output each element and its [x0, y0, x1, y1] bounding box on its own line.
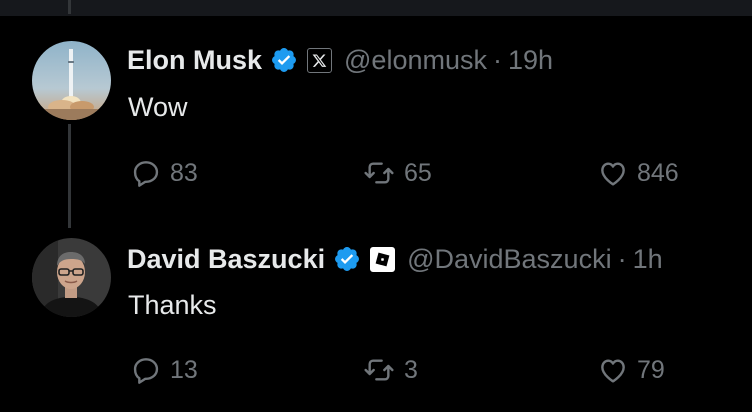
author-handle[interactable]: @DavidBaszucki — [407, 244, 611, 275]
reply-count: 13 — [170, 355, 198, 384]
verified-badge-icon — [272, 48, 296, 72]
retweet-button[interactable]: 3 — [362, 354, 418, 386]
timestamp[interactable]: 19h — [508, 45, 553, 76]
tweet-text: Thanks — [128, 290, 217, 320]
roblox-logo-icon[interactable] — [370, 246, 396, 272]
like-count: 846 — [637, 158, 679, 187]
heart-icon — [601, 162, 625, 186]
retweet-icon — [364, 359, 394, 381]
retweet-icon — [364, 162, 394, 184]
rocket-launch-avatar-image — [32, 41, 111, 120]
retweet-button[interactable]: 65 — [362, 157, 432, 189]
timestamp[interactable]: 1h — [633, 244, 663, 275]
separator-dot: · — [492, 44, 502, 75]
tweet-text: Wow — [128, 92, 188, 122]
avatar[interactable] — [32, 41, 111, 120]
profile-photo-image — [32, 238, 111, 317]
author-name[interactable]: David Baszucki — [127, 244, 325, 275]
tweet[interactable]: David Baszucki @DavidBaszucki · 1h Thank… — [0, 228, 752, 412]
author-name[interactable]: Elon Musk — [127, 45, 262, 76]
x-logo-icon[interactable] — [307, 47, 333, 73]
reply-icon — [133, 161, 159, 187]
heart-icon — [601, 359, 625, 383]
retweet-count: 3 — [404, 355, 418, 384]
reply-button[interactable]: 13 — [130, 354, 198, 386]
author-handle[interactable]: @elonmusk — [344, 45, 487, 76]
tweet-header: David Baszucki @DavidBaszucki · 1h — [127, 242, 663, 276]
separator-dot: · — [617, 243, 627, 274]
retweet-count: 65 — [404, 158, 432, 187]
like-count: 79 — [637, 355, 665, 384]
reply-button[interactable]: 83 — [130, 157, 198, 189]
reply-count: 83 — [170, 158, 198, 187]
verified-badge-icon — [335, 247, 360, 271]
tweet-header: Elon Musk @elonmusk · 19h — [127, 43, 553, 77]
avatar[interactable] — [32, 238, 111, 317]
reply-icon — [133, 358, 159, 384]
tweet[interactable]: Elon Musk @elonmusk · 19h Wow 83 65 846 — [0, 0, 752, 228]
like-button[interactable]: 79 — [597, 354, 665, 386]
like-button[interactable]: 846 — [597, 157, 679, 189]
